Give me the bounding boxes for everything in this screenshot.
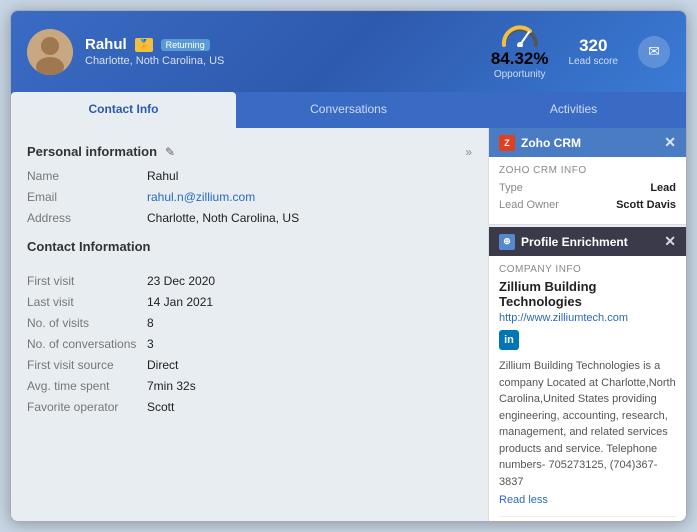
right-panel: Z Zoho CRM ✕ ZOHO CRM INFO Type Lead Lea… <box>488 128 686 521</box>
collapse-button[interactable]: » <box>465 145 472 159</box>
avatar <box>27 29 73 75</box>
enrichment-content: COMPANY INFO Zillium Building Technologi… <box>489 256 686 521</box>
lead-score-value: 320 <box>569 36 618 56</box>
tabs-bar: Contact Info Conversations Activities <box>11 92 686 128</box>
address-label: Address <box>27 211 147 225</box>
contact-info-title: Contact Information <box>27 239 151 254</box>
company-name: Zillium Building Technologies <box>499 279 676 309</box>
header: Rahul 🏅 Returning Charlotte, Noth Caroli… <box>11 11 686 92</box>
first-visit-source-value: Direct <box>147 358 178 372</box>
contact-info-section: Contact Information First visit 23 Dec 2… <box>27 239 472 414</box>
message-icon: ✉ <box>648 43 660 60</box>
header-stats: 84.32% Opportunity 320 Lead score ✉ <box>491 23 670 80</box>
no-conversations-value: 3 <box>147 337 154 351</box>
favorite-operator-label: Favorite operator <box>27 400 147 414</box>
avg-time-value: 7min 32s <box>147 379 196 393</box>
opportunity-gauge: 84.32% Opportunity <box>491 23 549 80</box>
personal-info-header: Personal information ✎ » <box>27 144 472 159</box>
no-visits-row: No. of visits 8 <box>27 316 472 330</box>
contact-info-header: Contact Information <box>27 239 472 264</box>
favorite-operator-row: Favorite operator Scott <box>27 400 472 414</box>
address-row: Address Charlotte, Noth Carolina, US <box>27 211 472 225</box>
user-location: Charlotte, Noth Carolina, US <box>85 55 479 67</box>
enrichment-header: ⊕ Profile Enrichment ✕ <box>489 227 686 256</box>
avg-time-label: Avg. time spent <box>27 379 147 393</box>
tab-activities[interactable]: Activities <box>461 92 686 128</box>
header-info: Rahul 🏅 Returning Charlotte, Noth Caroli… <box>85 36 479 67</box>
address-value: Charlotte, Noth Carolina, US <box>147 211 299 225</box>
lead-score-label: Lead score <box>569 56 618 67</box>
name-row: Name Rahul <box>27 169 472 183</box>
zoho-icon: Z <box>499 135 515 151</box>
email-label: Email <box>27 190 147 204</box>
crm-type-label: Type <box>499 182 523 194</box>
zoho-crm-panel: Z Zoho CRM ✕ ZOHO CRM INFO Type Lead Lea… <box>488 128 686 225</box>
crm-lead-owner-value: Scott Davis <box>616 199 676 211</box>
profile-enrichment-panel: ⊕ Profile Enrichment ✕ COMPANY INFO Zill… <box>488 225 686 521</box>
no-conversations-label: No. of conversations <box>27 337 147 351</box>
zoho-crm-header: Z Zoho CRM ✕ <box>489 128 686 157</box>
user-name: Rahul <box>85 36 127 53</box>
opportunity-label: Opportunity <box>494 69 546 80</box>
enrichment-close-button[interactable]: ✕ <box>664 233 676 250</box>
favorite-operator-value: Scott <box>147 400 174 414</box>
last-visit-label: Last visit <box>27 295 147 309</box>
last-visit-value: 14 Jan 2021 <box>147 295 213 309</box>
message-button[interactable]: ✉ <box>638 36 670 68</box>
first-visit-label: First visit <box>27 274 147 288</box>
personal-info-title: Personal information <box>27 144 157 159</box>
name-value: Rahul <box>147 169 178 183</box>
company-url[interactable]: http://www.zilliumtech.com <box>499 312 676 324</box>
content-area: Personal information ✎ » Name Rahul Emai… <box>11 128 686 521</box>
opportunity-value: 84.32% <box>491 49 549 69</box>
no-visits-value: 8 <box>147 316 154 330</box>
left-panel: Personal information ✎ » Name Rahul Emai… <box>11 128 488 521</box>
medal-icon: 🏅 <box>135 38 153 52</box>
crm-lead-owner-row: Lead Owner Scott Davis <box>499 199 676 211</box>
no-conversations-row: No. of conversations 3 <box>27 337 472 351</box>
avg-time-row: Avg. time spent 7min 32s <box>27 379 472 393</box>
first-visit-value: 23 Dec 2020 <box>147 274 215 288</box>
company-description: Zillium Building Technologies is a compa… <box>499 358 676 490</box>
first-visit-source-row: First visit source Direct <box>27 358 472 372</box>
zoho-crm-sub-label: ZOHO CRM INFO <box>499 165 676 176</box>
email-value[interactable]: rahul.n@zillium.com <box>147 190 255 204</box>
linkedin-icon[interactable]: in <box>499 330 519 350</box>
zoho-crm-content: ZOHO CRM INFO Type Lead Lead Owner Scott… <box>489 157 686 224</box>
first-visit-source-label: First visit source <box>27 358 147 372</box>
first-visit-row: First visit 23 Dec 2020 <box>27 274 472 288</box>
app-container: Rahul 🏅 Returning Charlotte, Noth Caroli… <box>10 10 687 522</box>
last-visit-row: Last visit 14 Jan 2021 <box>27 295 472 309</box>
zoho-crm-title: Zoho CRM <box>521 136 581 150</box>
crm-type-value: Lead <box>650 182 676 194</box>
enrichment-icon: ⊕ <box>499 234 515 250</box>
header-name-row: Rahul 🏅 Returning <box>85 36 479 53</box>
enrichment-title: Profile Enrichment <box>521 235 628 249</box>
hq-section: Headquarters Albuquerque, New Mexico, Un… <box>499 516 676 521</box>
email-row: Email rahul.n@zillium.com <box>27 190 472 204</box>
company-info-label: COMPANY INFO <box>499 264 676 275</box>
read-less-button[interactable]: Read less <box>499 494 676 506</box>
tab-contact-info[interactable]: Contact Info <box>11 92 236 128</box>
name-label: Name <box>27 169 147 183</box>
no-visits-label: No. of visits <box>27 316 147 330</box>
edit-icon[interactable]: ✎ <box>165 145 175 159</box>
zoho-crm-close-button[interactable]: ✕ <box>664 134 676 151</box>
crm-type-row: Type Lead <box>499 182 676 194</box>
crm-lead-owner-label: Lead Owner <box>499 199 559 211</box>
returning-badge: Returning <box>161 39 210 51</box>
lead-score-block: 320 Lead score <box>569 36 618 67</box>
tab-conversations[interactable]: Conversations <box>236 92 461 128</box>
